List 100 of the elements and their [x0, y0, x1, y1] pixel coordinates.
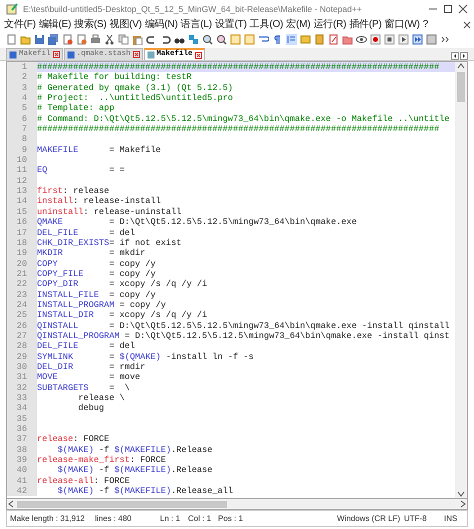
line-number: 26	[7, 320, 37, 331]
code-line: release-make_first: FORCE	[37, 455, 167, 466]
line-number: 40	[7, 465, 37, 476]
record-icon[interactable]	[370, 34, 381, 45]
code-line: first: release	[37, 186, 110, 196]
code-line: release: FORCE	[37, 434, 110, 445]
close-icon[interactable]	[463, 20, 471, 28]
save-icon[interactable]	[34, 34, 45, 45]
close-all-icon[interactable]	[76, 34, 87, 45]
line-number: 18	[7, 238, 37, 248]
line-number: 30	[7, 362, 37, 372]
horizontal-scrollbar[interactable]	[6, 499, 468, 510]
play-icon[interactable]	[398, 34, 409, 45]
code-line: CHK_DIR_EXISTS= if not exist	[37, 238, 182, 248]
menu-item[interactable]: 插件(P)	[348, 17, 383, 32]
line-number: 34	[7, 403, 37, 414]
scroll-thumb[interactable]	[457, 72, 465, 102]
line-number: 7	[7, 124, 37, 134]
zoom-in-icon[interactable]	[202, 34, 213, 45]
code-line: INSTALL_FILE = copy /y	[37, 290, 156, 300]
line-number: 14	[7, 196, 37, 207]
line-number: 35	[7, 414, 37, 424]
menu-item[interactable]: 文件(F)	[3, 17, 37, 32]
code-line: # Command: D:\Qt\Qt5.12.5\5.12.5\mingw73_64\bin\qmake.exe -o Makefile ..\untitle	[37, 114, 451, 124]
line-number: 42	[7, 486, 37, 496]
menu-item[interactable]: 编辑(E)	[38, 17, 72, 32]
redo-icon[interactable]	[160, 34, 171, 45]
status-text: UTF-8	[404, 512, 428, 524]
eye-icon[interactable]	[356, 34, 367, 45]
status-text: Ln : 1	[160, 512, 182, 524]
close-file-icon[interactable]	[62, 34, 73, 45]
zoom-out-icon[interactable]	[216, 34, 227, 45]
maximize-icon[interactable]	[443, 4, 453, 14]
line-number: 12	[7, 176, 37, 186]
menu-item[interactable]: 设置(T)	[214, 17, 248, 32]
line-number: 38	[7, 444, 37, 456]
line-number: 8	[7, 134, 37, 145]
save-all-icon[interactable]	[48, 34, 59, 45]
code-line: uninstall: release-uninstall	[37, 206, 182, 218]
line-number: 36	[7, 424, 37, 434]
code-line: ##############################################################################	[37, 124, 440, 134]
code-line: install: release-install	[37, 196, 162, 207]
cut-icon[interactable]	[104, 34, 115, 45]
code-line: DEL_DIR = rmdir	[37, 362, 146, 372]
status-text: Make length : 31,912	[10, 512, 86, 524]
copy-icon[interactable]	[118, 34, 129, 45]
scroll-up-icon[interactable]	[457, 62, 465, 70]
menu-item[interactable]: 视图(V)	[108, 17, 143, 32]
status-text: lines : 480	[95, 512, 132, 524]
menu-item[interactable]: 窗口(W)	[384, 17, 421, 32]
print-icon[interactable]	[90, 34, 101, 45]
scroll-right-icon[interactable]	[459, 500, 467, 508]
code-line: QINSTALL_PROGRAM = D:\Qt\Qt5.12.5\5.12.5\mingw73_64\bin\qmake.exe -install qinst	[37, 330, 451, 342]
close-icon[interactable]	[458, 4, 468, 14]
scroll-left-icon[interactable]	[7, 500, 15, 508]
line-number: 39	[7, 455, 37, 466]
scroll-thumb[interactable]	[17, 500, 227, 508]
document-icon	[66, 50, 75, 58]
stop-icon[interactable]	[384, 34, 395, 45]
window-title: E:\test\build-untitled5-Desktop_Qt_5_12_5_MinGW_64_bit-Release\Makefile - Notepad++	[23, 2, 363, 16]
line-number: 25	[7, 310, 37, 321]
close-icon[interactable]	[194, 52, 202, 58]
code-line: DEL_FILE = del	[37, 341, 136, 352]
menu-item[interactable]: 语言(L)	[180, 17, 213, 32]
line-number: 21	[7, 268, 37, 280]
line-number: 2	[7, 72, 37, 83]
function-list-icon[interactable]	[328, 34, 339, 45]
overflow-icon[interactable]	[440, 34, 451, 45]
new-file-icon[interactable]	[6, 34, 17, 45]
code-line: QINSTALL = D:\Qt\Qt5.12.5\5.12.5\mingw73_64\bin\qmake.exe -install qinstall	[37, 320, 451, 331]
line-number: 27	[7, 330, 37, 342]
play-multiple-icon[interactable]	[412, 34, 423, 45]
code-line: # Project: ..\untitled5\untitled5.pro	[37, 93, 234, 104]
menu-item[interactable]: 搜索(S)	[73, 17, 108, 32]
menu-item[interactable]: 工具(O)	[248, 17, 284, 32]
line-number: 3	[7, 82, 37, 94]
code-line: COPY = copy /y	[37, 258, 157, 269]
line-number: 41	[7, 476, 37, 486]
vertical-scrollbar[interactable]	[455, 62, 467, 498]
scroll-right-icon[interactable]	[460, 52, 468, 60]
menu-item[interactable]: 宏(M)	[285, 17, 312, 32]
indent-guide-icon[interactable]	[286, 34, 297, 45]
code-line: SUBTARGETS = \	[37, 382, 131, 393]
pilcrow-icon[interactable]	[272, 34, 283, 45]
line-number: 10	[7, 155, 37, 166]
folder-icon[interactable]	[20, 34, 31, 45]
document-icon	[9, 50, 17, 58]
scroll-down-icon[interactable]	[457, 490, 465, 498]
status-text: INS	[444, 512, 458, 524]
folder-icon[interactable]	[342, 34, 353, 45]
close-icon[interactable]	[52, 51, 60, 58]
undo-icon[interactable]	[146, 34, 157, 45]
menu-item[interactable]: 运行(R)	[312, 17, 348, 32]
code-line: QMAKE = D:\Qt\Qt5.12.5\5.12.5\mingw73_64\bin\qmake.exe	[37, 217, 358, 228]
menu-item[interactable]: ?	[422, 17, 430, 32]
code-line: # Generated by qmake (3.1) (Qt 5.12.5)	[37, 82, 234, 94]
code-line: release \	[77, 393, 126, 404]
menu-item[interactable]: 编码(N)	[144, 17, 179, 32]
scroll-left-icon[interactable]	[451, 52, 459, 60]
close-icon[interactable]	[132, 51, 140, 58]
